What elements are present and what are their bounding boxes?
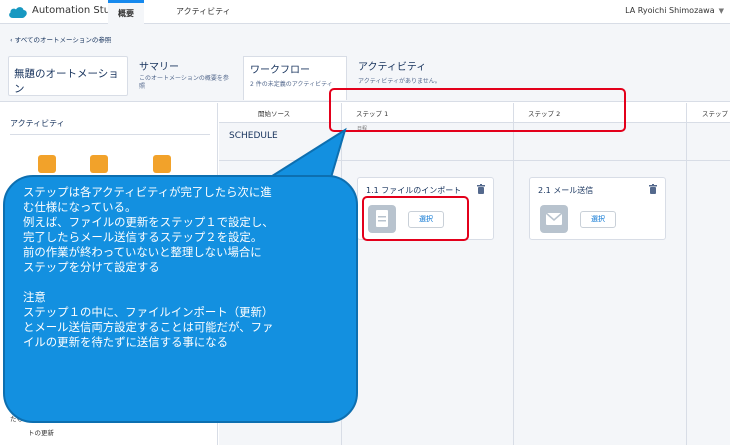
activity-title: アクティビティ xyxy=(358,62,427,73)
tab-summary[interactable]: サマリー このオートメーションの概要を参照 xyxy=(133,56,238,96)
trash-icon[interactable] xyxy=(649,184,657,194)
activity-group-icon[interactable] xyxy=(153,155,171,173)
callout-line: む仕様になっている。 xyxy=(23,200,137,214)
callout-line: とメール送信両方設定することは可能だが、ファ xyxy=(23,320,274,334)
row-divider xyxy=(219,160,730,161)
summary-title: サマリー xyxy=(139,62,179,73)
trash-icon[interactable] xyxy=(477,184,485,194)
callout-spacer xyxy=(23,275,338,290)
top-bar: Automation Studio 概要 アクティビティ LA Ryoichi … xyxy=(0,0,730,24)
tab-activity-label: アクティビティ xyxy=(176,7,231,16)
column-header-step-3: ステップ xyxy=(702,110,728,118)
tab-activity[interactable]: アクティビティ xyxy=(166,0,241,24)
chevron-down-icon: ▼ xyxy=(718,7,724,15)
callout-line: 例えば、ファイルの更新をステップ１で設定し、 xyxy=(23,215,274,229)
callout-line: 完了したらメール送信するステップ２を設定。 xyxy=(23,230,263,244)
column-header-start-source: 開始ソース xyxy=(258,110,291,118)
user-menu[interactable]: LA Ryoichi Shimozawa ▼ xyxy=(625,6,724,15)
workflow-title: ワークフロー xyxy=(250,65,310,76)
activity-data-icon[interactable] xyxy=(90,155,108,173)
back-link[interactable]: ‹ すべてのオートメーションの参照 xyxy=(10,34,111,44)
activity-panel-heading: アクティビティ xyxy=(10,119,65,128)
column-divider xyxy=(513,103,514,445)
callout-heading: 注意 xyxy=(23,290,46,304)
summary-desc: このオートメーションの概要を参照 xyxy=(139,75,229,90)
callout-line: ステップを分けて設定する xyxy=(23,260,160,274)
activity-item-label[interactable]: トの更新 xyxy=(28,427,54,437)
schedule-label[interactable]: SCHEDULE xyxy=(229,131,278,141)
activity-file-icon[interactable] xyxy=(38,155,56,173)
envelope-icon xyxy=(540,205,568,233)
callout-line: ステップは各アクティビティが完了したら次に進 xyxy=(23,185,272,199)
divider xyxy=(10,134,210,135)
callout-line: イルの更新を待たずに送信する事になる xyxy=(23,335,229,349)
callout-line: ステップ１の中に、ファイルインポート（更新） xyxy=(23,305,274,319)
card-title: 2.1 メール送信 xyxy=(538,186,594,195)
user-name: LA Ryoichi Shimozawa xyxy=(625,6,715,15)
activity-desc: アクティビティがありません。 xyxy=(358,78,441,85)
salesforce-cloud-icon xyxy=(9,7,27,19)
tab-overview[interactable]: 概要 xyxy=(108,0,144,24)
automation-title-input[interactable]: 無題のオートメーション xyxy=(8,56,128,96)
annotation-callout: ステップは各アクティビティが完了したら次に進 む仕様になっている。 例えば、ファ… xyxy=(3,175,358,423)
automation-title: 無題のオートメーション xyxy=(14,68,119,95)
callout-line: 前の作業が終わっていないと整理しない場合に xyxy=(23,245,262,259)
step-card-email-send[interactable]: 2.1 メール送信 選択 xyxy=(529,177,666,240)
step-header-highlight xyxy=(329,88,626,132)
select-button[interactable]: 選択 xyxy=(580,211,616,228)
select-button-highlight xyxy=(362,196,469,241)
tab-overview-label: 概要 xyxy=(118,9,134,18)
card-title: 1.1 ファイルのインポート xyxy=(366,186,462,195)
column-divider xyxy=(686,103,687,445)
workflow-desc: 2 件の未定義のアクティビティ xyxy=(250,81,333,88)
back-link-label: すべてのオートメーションの参照 xyxy=(14,36,112,44)
